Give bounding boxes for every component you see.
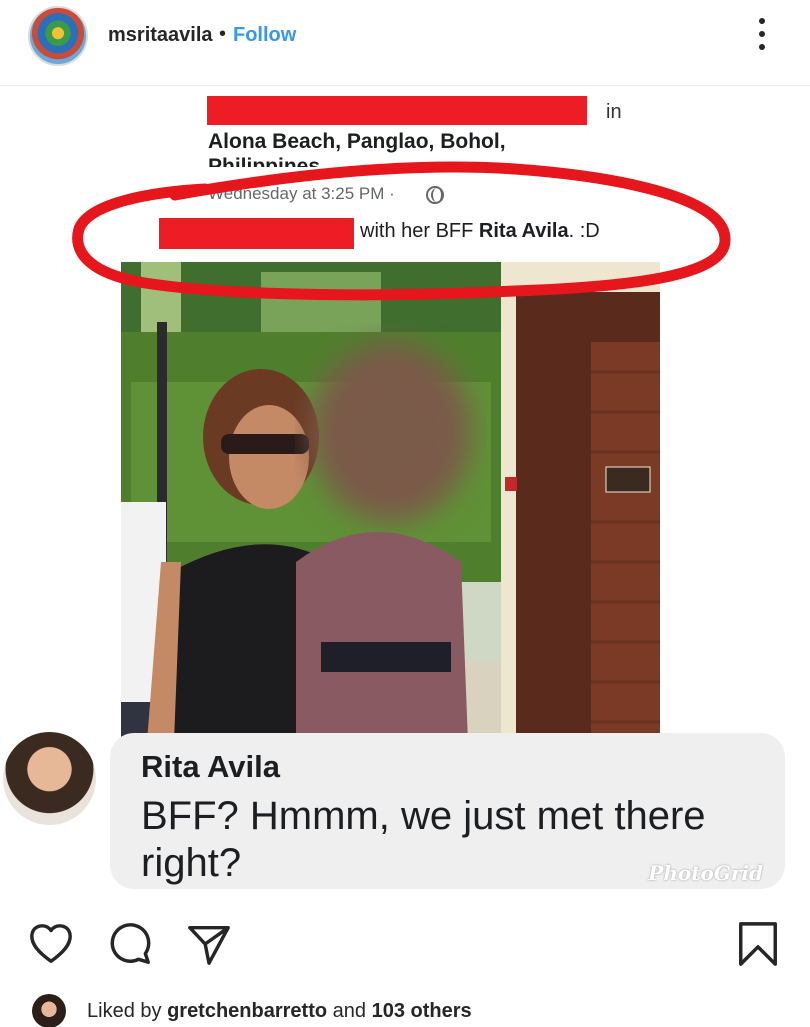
post-image: in Alona Beach, Panglao, Bohol, Philippi… xyxy=(0,87,810,819)
likes-count[interactable]: 103 others xyxy=(372,1000,472,1022)
share-icon[interactable] xyxy=(186,921,232,967)
profile-avatar[interactable] xyxy=(28,6,88,66)
commenter-avatar[interactable] xyxy=(3,732,96,825)
red-annotation-circle xyxy=(72,161,731,301)
username[interactable]: msritaavila xyxy=(108,24,213,47)
heart-icon[interactable] xyxy=(28,921,74,967)
redacted-name-bar xyxy=(207,96,587,125)
post-header: msritaavila • Follow xyxy=(0,0,810,86)
bookmark-icon[interactable] xyxy=(735,921,781,967)
comment-bubble: Rita Avila BFF? Hmmm, we just met there … xyxy=(110,733,785,889)
more-vertical-icon[interactable] xyxy=(752,16,772,52)
photogrid-watermark: PhotoGrid xyxy=(648,861,763,885)
liker-username[interactable]: gretchenbarretto xyxy=(167,1000,327,1022)
separator-dot: • xyxy=(219,23,227,45)
follow-button[interactable]: Follow xyxy=(233,24,296,47)
liker-avatar[interactable] xyxy=(32,994,66,1027)
likes-text: Liked by gretchenbarretto and 103 others xyxy=(87,1000,472,1022)
likes-row[interactable]: Liked by gretchenbarretto and 103 others xyxy=(0,990,810,1027)
comment-icon[interactable] xyxy=(107,921,153,967)
location-text: Alona Beach, Panglao, Bohol, xyxy=(208,130,506,153)
in-label: in xyxy=(606,101,622,123)
comment-author[interactable]: Rita Avila xyxy=(141,749,280,785)
